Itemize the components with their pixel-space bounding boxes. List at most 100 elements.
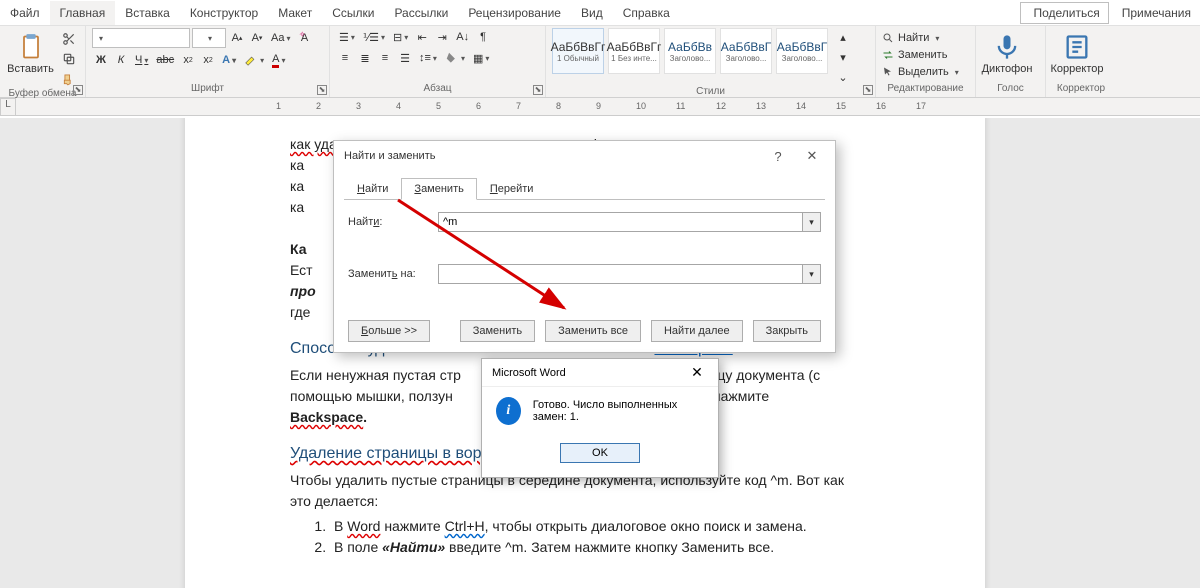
paragraph-launcher[interactable]: ⬊ bbox=[533, 85, 543, 95]
style-heading2[interactable]: АаБбВвГЗаголово... bbox=[720, 28, 772, 74]
underline-button[interactable]: Ч ▾ bbox=[132, 51, 151, 69]
numbering[interactable]: ⅟☰▾ bbox=[360, 28, 388, 46]
styles-label: Стили bbox=[552, 86, 869, 98]
tab-layout[interactable]: Макет bbox=[268, 1, 322, 25]
style-nospacing[interactable]: АаБбВвГг1 Без инте... bbox=[608, 28, 660, 74]
tab-file[interactable]: Файл bbox=[0, 1, 50, 25]
bold-button[interactable]: Ж bbox=[92, 51, 110, 69]
dialog-close-x[interactable]: ✕ bbox=[795, 144, 829, 168]
clear-formatting[interactable]: A✧ bbox=[295, 29, 313, 47]
group-paragraph: ☰▾ ⅟☰▾ ⊟▾ ⇤ ⇥ A↓ ¶ ≡ ≣ ≡ ☰ ↕≡▾ ▾ ▦▾ Абза… bbox=[330, 26, 546, 97]
editor-icon bbox=[1063, 33, 1091, 61]
tab-home[interactable]: Главная bbox=[50, 1, 116, 25]
info-icon: i bbox=[496, 397, 521, 425]
copy-icon bbox=[62, 52, 76, 66]
superscript-button[interactable]: x2 bbox=[199, 51, 217, 69]
increase-indent[interactable]: ⇥ bbox=[433, 28, 451, 46]
copy-button[interactable] bbox=[59, 50, 79, 68]
sort[interactable]: A↓ bbox=[453, 28, 472, 46]
msgbox-ok[interactable]: OK bbox=[560, 443, 640, 463]
group-editing: Найти ▾ Заменить Выделить ▾ Редактирован… bbox=[876, 26, 976, 97]
tab-mailings[interactable]: Рассылки bbox=[384, 1, 458, 25]
strike-button[interactable]: abc bbox=[153, 51, 177, 69]
msgbox-close[interactable]: ✕ bbox=[682, 364, 712, 381]
font-size-combo[interactable]: ▾ bbox=[192, 28, 226, 48]
font-launcher[interactable]: ⬊ bbox=[317, 85, 327, 95]
replace-icon bbox=[882, 49, 894, 61]
tab-design[interactable]: Конструктор bbox=[180, 1, 268, 25]
select-button[interactable]: Выделить ▾ bbox=[882, 64, 959, 80]
borders[interactable]: ▦▾ bbox=[470, 49, 492, 67]
dialog-help[interactable]: ? bbox=[761, 144, 795, 168]
highlight-button[interactable]: ▾ bbox=[241, 51, 267, 69]
group-voice: Диктофон Голос bbox=[976, 26, 1046, 97]
replace-dropdown[interactable]: ▾ bbox=[803, 264, 821, 284]
styles-launcher[interactable]: ⬊ bbox=[863, 85, 873, 95]
more-button[interactable]: Больше >> bbox=[348, 320, 430, 342]
show-marks[interactable]: ¶ bbox=[474, 28, 492, 46]
group-editor: Корректор Корректор bbox=[1046, 26, 1116, 97]
find-button[interactable]: Найти ▾ bbox=[882, 30, 939, 46]
brush-icon bbox=[62, 72, 76, 86]
justify[interactable]: ☰ bbox=[396, 49, 414, 67]
voice-label: Голос bbox=[982, 83, 1039, 95]
msgbox-title: Microsoft Word bbox=[492, 367, 682, 379]
style-normal[interactable]: АаБбВвГг1 Обычный bbox=[552, 28, 604, 74]
paste-icon bbox=[17, 33, 45, 61]
font-color[interactable]: A▾ bbox=[269, 51, 288, 69]
tab-review[interactable]: Рецензирование bbox=[458, 1, 571, 25]
align-right[interactable]: ≡ bbox=[376, 49, 394, 67]
comments-label: Примечания bbox=[1122, 6, 1191, 20]
mic-icon bbox=[993, 33, 1021, 61]
bullets[interactable]: ☰▾ bbox=[336, 28, 358, 46]
tab-help[interactable]: Справка bbox=[613, 1, 680, 25]
replace-button[interactable]: Заменить bbox=[882, 47, 947, 63]
editor-btn-label: Корректор bbox=[1051, 63, 1104, 75]
italic-button[interactable]: К bbox=[112, 51, 130, 69]
styles-more[interactable]: ⌄ bbox=[834, 68, 852, 86]
list-item: В поле «Найти» введите ^m. Затем нажмите… bbox=[330, 537, 865, 558]
btn-find-next[interactable]: Найти далее bbox=[651, 320, 743, 342]
tab-view[interactable]: Вид bbox=[571, 1, 613, 25]
paste-button[interactable]: Вставить bbox=[6, 28, 55, 80]
subscript-button[interactable]: x2 bbox=[179, 51, 197, 69]
clipboard-launcher[interactable]: ⬊ bbox=[73, 85, 83, 95]
text-effects[interactable]: A ▾ bbox=[219, 51, 239, 69]
align-left[interactable]: ≡ bbox=[336, 49, 354, 67]
grow-font[interactable]: A▴ bbox=[228, 29, 246, 47]
paste-label: Вставить bbox=[7, 63, 54, 75]
cut-button[interactable] bbox=[59, 30, 79, 48]
btn-replace[interactable]: Заменить bbox=[460, 320, 535, 342]
comments-button[interactable]: Примечания bbox=[1109, 2, 1200, 24]
ruler-h[interactable]: 1234567891011121314151617 bbox=[16, 98, 1200, 116]
find-dropdown[interactable]: ▾ bbox=[803, 212, 821, 232]
doc-line4: Ка bbox=[290, 241, 307, 257]
line-spacing[interactable]: ↕≡▾ bbox=[416, 49, 440, 67]
editing-label: Редактирование bbox=[882, 83, 969, 95]
change-case[interactable]: Aa▾ bbox=[268, 29, 293, 47]
decrease-indent[interactable]: ⇤ bbox=[413, 28, 431, 46]
font-name-combo[interactable]: ▾ bbox=[92, 28, 190, 48]
share-button[interactable]: Поделиться bbox=[1020, 2, 1108, 24]
multilevel[interactable]: ⊟▾ bbox=[390, 28, 411, 46]
btn-close[interactable]: Закрыть bbox=[753, 320, 821, 342]
styles-up[interactable]: ▴ bbox=[834, 28, 852, 46]
shading[interactable]: ▾ bbox=[442, 49, 468, 67]
tab-references[interactable]: Ссылки bbox=[322, 1, 384, 25]
highlighter-icon bbox=[244, 53, 258, 67]
scissors-icon bbox=[62, 32, 76, 46]
annotation-arrow bbox=[388, 194, 578, 320]
tab-insert[interactable]: Вставка bbox=[115, 1, 180, 25]
style-heading3[interactable]: АаБбВвГЗаголово... bbox=[776, 28, 828, 74]
styles-down[interactable]: ▾ bbox=[834, 48, 852, 66]
dictate-button[interactable]: Диктофон bbox=[982, 28, 1032, 80]
style-heading1[interactable]: АаБбВвЗаголово... bbox=[664, 28, 716, 74]
editor-group-label: Корректор bbox=[1052, 83, 1110, 95]
shrink-font[interactable]: A▾ bbox=[248, 29, 266, 47]
msgbox-titlebar[interactable]: Microsoft Word ✕ bbox=[482, 359, 718, 387]
editor-button[interactable]: Корректор bbox=[1052, 28, 1102, 80]
dialog-titlebar[interactable]: Найти и заменить ? ✕ bbox=[334, 141, 835, 171]
btn-replace-all[interactable]: Заменить все bbox=[545, 320, 641, 342]
align-center[interactable]: ≣ bbox=[356, 49, 374, 67]
ruler-corner: L bbox=[0, 98, 16, 116]
